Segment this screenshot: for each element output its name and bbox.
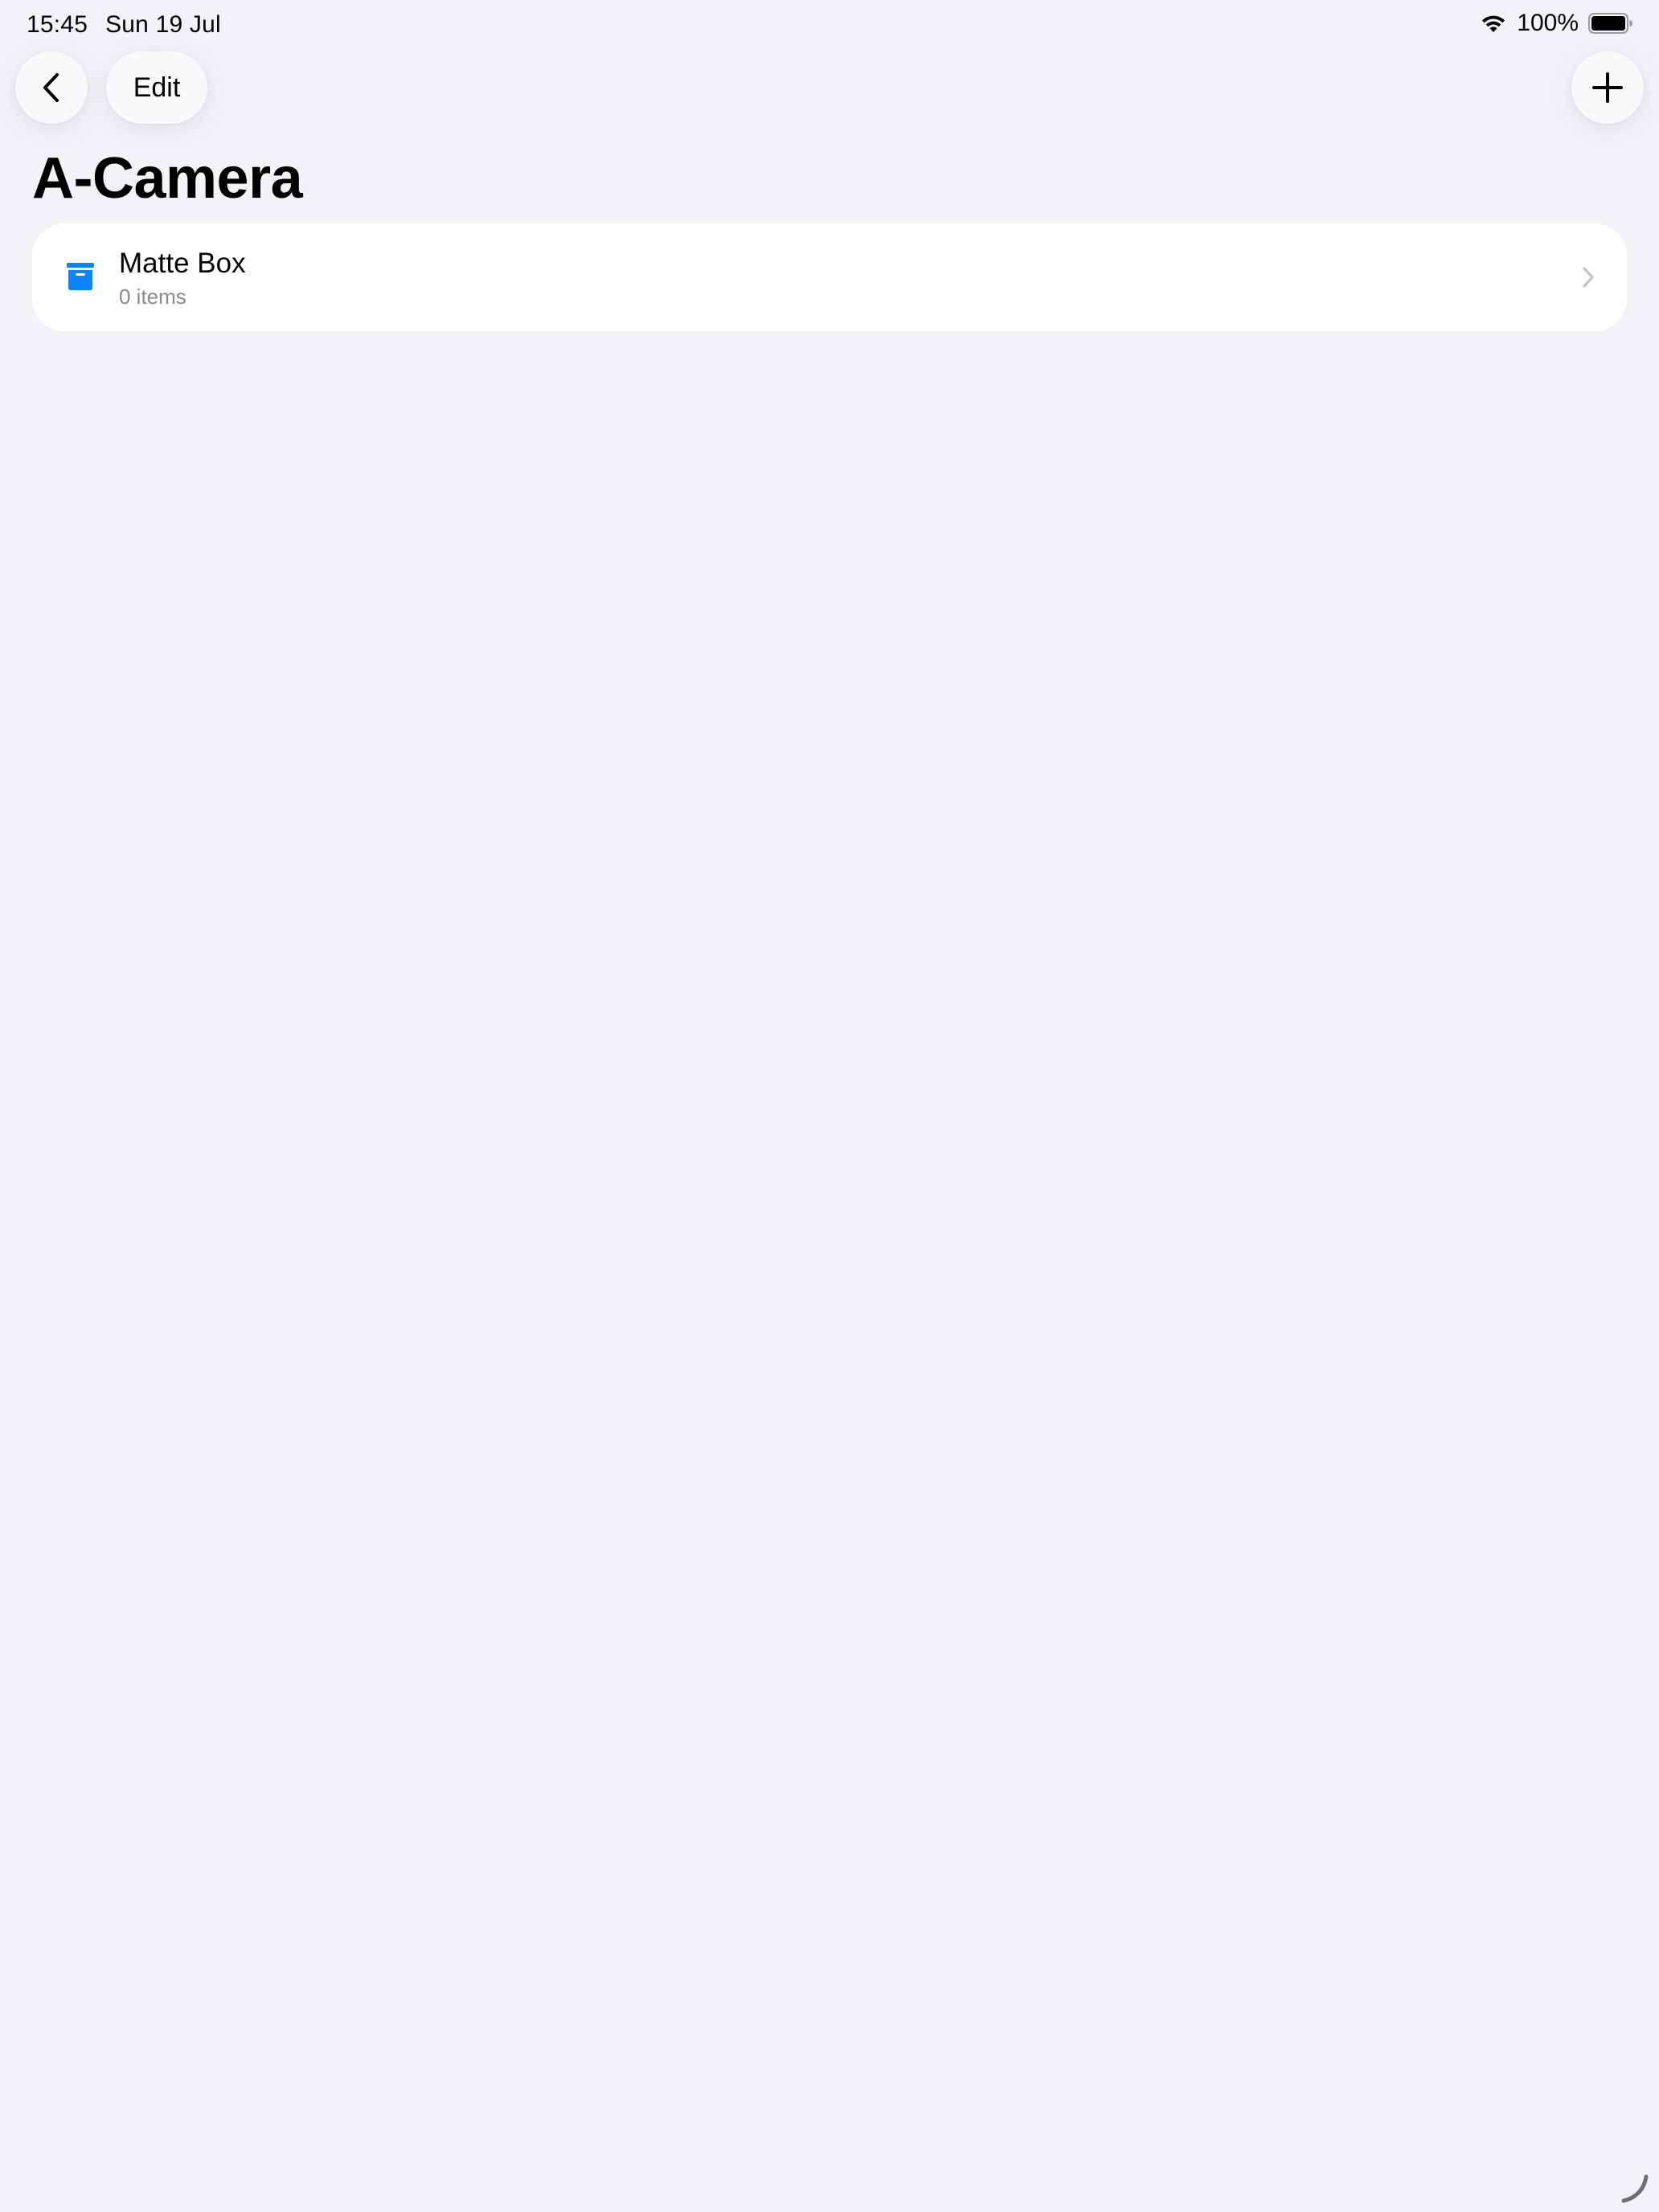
status-right: 100% xyxy=(1480,10,1633,37)
corner-resize-indicator xyxy=(1619,2172,1651,2204)
list-item-subtitle: 0 items xyxy=(119,285,186,309)
items-list: Matte Box 0 items xyxy=(32,223,1627,331)
page-title: A-Camera xyxy=(32,146,303,211)
chevron-right-icon xyxy=(1582,265,1595,289)
add-button[interactable] xyxy=(1571,51,1644,124)
archive-box-icon xyxy=(66,262,95,291)
battery-percentage: 100% xyxy=(1517,10,1579,36)
list-item-title: Matte Box xyxy=(119,248,246,279)
status-date: Sun 19 Jul xyxy=(105,11,221,38)
status-time: 15:45 xyxy=(27,11,88,38)
battery-icon xyxy=(1588,13,1633,34)
edit-button[interactable]: Edit xyxy=(106,51,207,124)
list-item-matte-box[interactable]: Matte Box 0 items xyxy=(32,223,1627,331)
back-button[interactable] xyxy=(15,51,88,124)
chevron-left-icon xyxy=(43,73,59,102)
status-left: 15:45 Sun 19 Jul xyxy=(27,11,221,39)
wifi-icon xyxy=(1480,13,1507,34)
status-bar: 15:45 Sun 19 Jul 100% xyxy=(0,0,1659,51)
plus-icon xyxy=(1592,72,1623,103)
